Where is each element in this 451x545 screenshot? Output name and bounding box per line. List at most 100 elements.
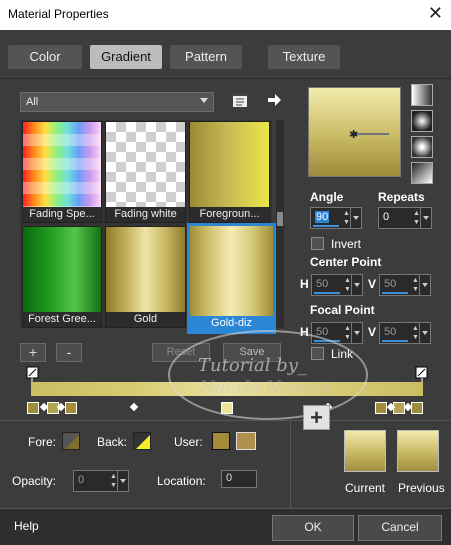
focal-v-spinner[interactable]: 50 ▲ ▼	[379, 322, 431, 344]
back-label: Back:	[97, 435, 128, 449]
repeats-spinner[interactable]: 0 ▲ ▼	[378, 207, 432, 229]
close-icon[interactable]: ✕	[428, 3, 443, 24]
tab-color[interactable]: Color	[8, 45, 82, 69]
gradient-thumb-fading-spectrum[interactable]: Fading Spe...	[22, 121, 102, 223]
category-dropdown[interactable]: All	[20, 92, 214, 112]
angle-spinner[interactable]: 90 ▲ ▼	[310, 207, 362, 229]
library-file-icon[interactable]	[232, 92, 248, 108]
tab-texture[interactable]: Texture	[268, 45, 340, 69]
location-field[interactable]: 0	[221, 470, 257, 488]
focal-v-label: V	[368, 325, 377, 339]
current-swatch[interactable]	[344, 430, 386, 472]
repeats-label: Repeats	[378, 190, 425, 204]
user-stop-button[interactable]	[212, 432, 230, 450]
user-color-swatch[interactable]	[236, 432, 256, 450]
previous-label: Previous	[398, 481, 445, 495]
chevron-down-icon[interactable]	[350, 208, 361, 228]
vertical-divider	[290, 421, 291, 508]
angle-slider-bar	[313, 225, 339, 227]
location-value: 0	[226, 472, 233, 484]
svg-text:✱: ✱	[349, 128, 358, 141]
gradient-thumb-label: Fading white	[106, 207, 185, 222]
repeats-value: 0	[383, 211, 390, 223]
gradient-thumb-label: Forest Gree...	[23, 312, 101, 327]
divider	[0, 420, 451, 421]
tab-gradient[interactable]: Gradient	[90, 45, 162, 69]
chevron-down-icon[interactable]	[351, 275, 362, 295]
invert-checkbox[interactable]	[311, 237, 324, 250]
location-label: Location:	[157, 474, 206, 488]
center-h-label: H	[300, 277, 309, 291]
opacity-spinner[interactable]: 0 ▲ ▼	[73, 470, 129, 492]
gradient-swatch-overlay	[23, 122, 101, 207]
gradient-thumb-fading-white[interactable]: Fading white	[105, 121, 186, 223]
add-to-swatches-button[interactable]: +	[303, 405, 330, 430]
fore-label: Fore:	[28, 435, 57, 449]
color-stop[interactable]	[27, 402, 39, 414]
color-stop[interactable]	[375, 402, 387, 414]
radial-style-icon[interactable]	[411, 162, 433, 184]
sunburst-style-icon[interactable]	[411, 136, 433, 158]
angle-label: Angle	[310, 190, 344, 204]
rectangular-style-icon[interactable]	[411, 110, 433, 132]
gradient-scrollbar[interactable]	[276, 120, 284, 328]
gradient-thumb-label: Fading Spe...	[23, 207, 101, 222]
gradient-thumb-label: Gold-diz	[190, 316, 273, 331]
chevron-down-icon	[200, 98, 208, 103]
center-h-slider-bar	[314, 292, 340, 294]
gradient-swatch	[23, 227, 101, 312]
gradient-swatch	[106, 122, 185, 207]
gradient-thumb-forest-green[interactable]: Forest Gree...	[22, 226, 102, 328]
category-value: All	[26, 96, 39, 108]
chevron-down-icon[interactable]	[419, 275, 430, 295]
center-h-value: 50	[316, 278, 329, 290]
tab-pattern[interactable]: Pattern	[170, 45, 242, 69]
back-stop-button[interactable]	[133, 432, 151, 450]
color-stop[interactable]	[411, 402, 423, 414]
gradient-thumb-foreground[interactable]: Foregroun...	[189, 121, 270, 223]
center-v-slider-bar	[382, 292, 408, 294]
cancel-button[interactable]: Cancel	[358, 515, 442, 541]
remove-gradient-button[interactable]: -	[56, 343, 82, 362]
color-stop[interactable]	[393, 402, 405, 414]
help-link[interactable]: Help	[14, 519, 39, 533]
angle-value: 90	[315, 211, 330, 223]
gradient-swatch	[106, 227, 185, 312]
scrollbar-thumb[interactable]	[277, 212, 283, 226]
title-bar: Material Properties ✕	[0, 0, 451, 30]
color-stop[interactable]	[65, 402, 77, 414]
focal-v-value: 50	[384, 326, 397, 338]
watermark-line1: Tutorial by_	[198, 355, 307, 376]
user-label: User:	[174, 435, 203, 449]
center-v-label: V	[368, 277, 377, 291]
gradient-thumb-gold-diz[interactable]: Gold-diz	[187, 223, 276, 334]
chevron-down-icon[interactable]	[420, 208, 431, 228]
arrow-right-icon[interactable]	[266, 92, 282, 108]
center-point-label: Center Point	[310, 255, 382, 269]
chevron-down-icon[interactable]	[419, 323, 430, 343]
invert-label: Invert	[331, 237, 362, 251]
fore-stop-button[interactable]	[62, 432, 80, 450]
gradient-preview[interactable]: ✱	[308, 87, 401, 177]
gradient-thumb-gold[interactable]: Gold	[105, 226, 186, 328]
center-h-spinner[interactable]: 50 ▲ ▼	[311, 274, 363, 296]
gradient-thumb-label: Gold	[106, 312, 185, 327]
footer-bar: Help OK Cancel	[0, 508, 451, 545]
center-v-value: 50	[384, 278, 397, 290]
previous-swatch[interactable]	[397, 430, 439, 472]
focal-point-label: Focal Point	[310, 303, 375, 317]
chevron-down-icon[interactable]	[117, 471, 128, 491]
add-gradient-button[interactable]: +	[20, 343, 46, 362]
ok-button[interactable]: OK	[272, 515, 354, 541]
opacity-value: 0	[78, 474, 85, 486]
focal-v-slider-bar	[382, 340, 408, 342]
linear-style-icon[interactable]	[411, 84, 433, 106]
current-label: Current	[345, 481, 386, 495]
center-v-spinner[interactable]: 50 ▲ ▼	[379, 274, 431, 296]
chevron-down-icon[interactable]	[351, 323, 362, 343]
gradient-swatch	[190, 122, 269, 207]
gradient-swatch	[190, 226, 273, 316]
opacity-label: Opacity:	[12, 474, 57, 488]
gradient-thumb-label: Foregroun...	[190, 207, 269, 222]
tab-bar: Color Gradient Pattern Texture	[0, 30, 451, 78]
